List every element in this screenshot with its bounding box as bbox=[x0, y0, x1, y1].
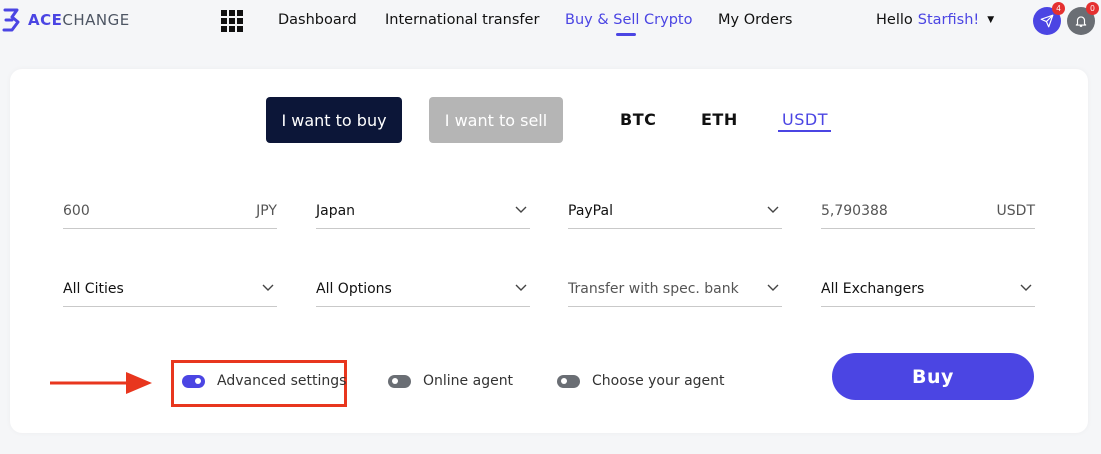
paper-plane-icon bbox=[1040, 14, 1054, 28]
nav-buy-sell-crypto[interactable]: Buy & Sell Crypto bbox=[565, 12, 692, 28]
annotation-arrow-icon bbox=[50, 372, 152, 394]
coin-active-indicator bbox=[778, 130, 831, 132]
online-agent-toggle[interactable]: Online agent bbox=[388, 373, 513, 389]
toggle-switch-on[interactable] bbox=[182, 374, 205, 388]
apps-grid-icon[interactable] bbox=[221, 10, 243, 32]
chevron-down-icon bbox=[262, 284, 274, 291]
logo-icon bbox=[2, 8, 20, 32]
choose-agent-label: Choose your agent bbox=[592, 373, 725, 389]
chevron-down-icon bbox=[515, 206, 527, 213]
payment-value: PayPal bbox=[568, 203, 613, 219]
cities-value: All Cities bbox=[63, 281, 124, 297]
exchangers-select[interactable]: All Exchangers bbox=[821, 277, 1035, 307]
logo-text-ace: ACE bbox=[28, 11, 63, 29]
chevron-down-icon bbox=[767, 284, 779, 291]
options-value: All Options bbox=[316, 281, 392, 297]
country-value: Japan bbox=[316, 203, 356, 219]
user-menu[interactable]: Hello Starfish! ▼ bbox=[876, 12, 994, 28]
want-to-buy-button[interactable]: I want to buy bbox=[266, 97, 402, 143]
choose-agent-toggle[interactable]: Choose your agent bbox=[557, 373, 725, 389]
country-select[interactable]: Japan bbox=[316, 199, 530, 229]
tab-eth[interactable]: ETH bbox=[701, 110, 738, 129]
logo[interactable]: ACECHANGE bbox=[2, 8, 130, 32]
cities-select[interactable]: All Cities bbox=[63, 277, 277, 307]
exchangers-value: All Exchangers bbox=[821, 281, 925, 297]
nav-international-transfer[interactable]: International transfer bbox=[385, 12, 539, 28]
advanced-settings-label: Advanced settings bbox=[217, 373, 347, 389]
chevron-down-icon bbox=[1020, 284, 1032, 291]
send-badge: 4 bbox=[1052, 2, 1065, 15]
logo-text-change: CHANGE bbox=[62, 11, 130, 29]
bank-placeholder: Transfer with spec. bank bbox=[568, 281, 739, 297]
nav-my-orders[interactable]: My Orders bbox=[718, 12, 792, 28]
buy-button[interactable]: Buy bbox=[832, 353, 1034, 400]
amount-currency: JPY bbox=[256, 203, 277, 219]
bell-icon bbox=[1075, 16, 1087, 27]
advanced-settings-toggle[interactable]: Advanced settings bbox=[182, 373, 346, 389]
nav-active-indicator bbox=[616, 33, 636, 36]
toggle-switch-off[interactable] bbox=[557, 374, 580, 388]
tab-btc[interactable]: BTC bbox=[620, 110, 656, 129]
nav-dashboard[interactable]: Dashboard bbox=[278, 12, 357, 28]
logo-text: ACECHANGE bbox=[28, 11, 130, 29]
send-button[interactable]: 4 bbox=[1033, 2, 1065, 35]
caret-down-icon: ▼ bbox=[987, 15, 995, 25]
greeting-text: Hello bbox=[876, 12, 913, 28]
receive-amount-input[interactable]: 5,790388 USDT bbox=[821, 199, 1035, 229]
notifications-button[interactable]: 0 bbox=[1067, 2, 1099, 35]
toggle-switch-off[interactable] bbox=[388, 374, 411, 388]
tab-usdt[interactable]: USDT bbox=[782, 110, 828, 129]
receive-currency: USDT bbox=[996, 203, 1035, 219]
username: Starfish! bbox=[917, 12, 980, 28]
amount-input[interactable]: 600 JPY bbox=[63, 199, 277, 229]
bank-select[interactable]: Transfer with spec. bank bbox=[568, 277, 782, 307]
receive-value: 5,790388 bbox=[821, 203, 888, 219]
amount-value: 600 bbox=[63, 203, 90, 219]
notifications-badge: 0 bbox=[1086, 2, 1099, 15]
top-header: ACECHANGE Dashboard International transf… bbox=[0, 0, 1101, 44]
options-select[interactable]: All Options bbox=[316, 277, 530, 307]
online-agent-label: Online agent bbox=[423, 373, 514, 389]
payment-method-select[interactable]: PayPal bbox=[568, 199, 782, 229]
chevron-down-icon bbox=[515, 284, 527, 291]
chevron-down-icon bbox=[767, 206, 779, 213]
want-to-sell-button[interactable]: I want to sell bbox=[429, 97, 563, 143]
